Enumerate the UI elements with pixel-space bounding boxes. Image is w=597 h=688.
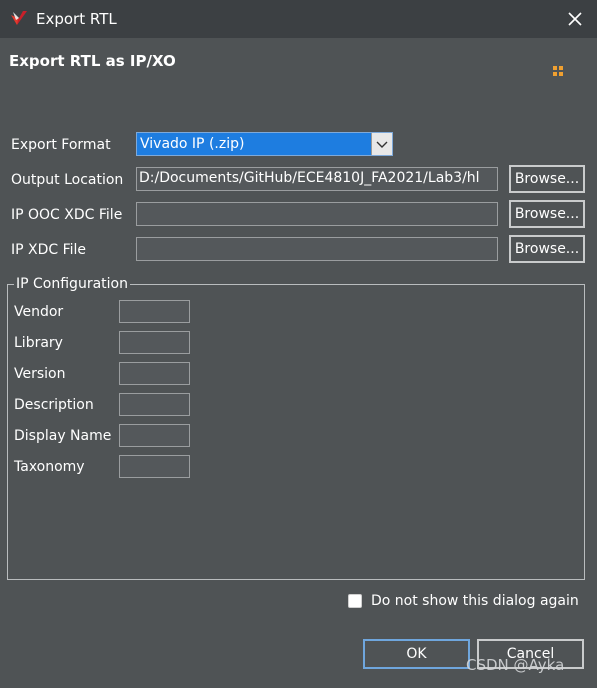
dont-show-checkbox[interactable] [348, 594, 362, 608]
export-format-value: Vivado IP (.zip) [140, 136, 245, 152]
output-location-input[interactable]: D:/Documents/GitHub/ECE4810J_FA2021/Lab3… [136, 167, 498, 191]
taxonomy-input[interactable] [119, 455, 190, 478]
output-location-label: Output Location [11, 172, 124, 188]
grid-help-icon[interactable] [553, 66, 563, 76]
chevron-down-icon [376, 141, 388, 148]
vendor-input[interactable] [119, 300, 190, 323]
vivado-logo-icon [11, 11, 27, 25]
vendor-label: Vendor [14, 304, 64, 320]
window-title: Export RTL [36, 10, 117, 28]
version-input[interactable] [119, 362, 190, 385]
ip-xdc-browse-button[interactable]: Browse... [509, 235, 585, 263]
export-format-label: Export Format [11, 137, 111, 153]
ip-ooc-xdc-input[interactable] [136, 202, 498, 226]
output-location-value: D:/Documents/GitHub/ECE4810J_FA2021/Lab3… [139, 170, 480, 186]
ok-button[interactable]: OK [363, 639, 470, 669]
taxonomy-label: Taxonomy [14, 459, 85, 475]
title-bar: Export RTL [0, 0, 597, 38]
display-name-label: Display Name [14, 428, 112, 444]
ip-xdc-label: IP XDC File [11, 242, 87, 258]
ip-ooc-xdc-browse-button[interactable]: Browse... [509, 200, 585, 228]
version-label: Version [14, 366, 66, 382]
page-title: Export RTL as IP/XO [9, 52, 176, 70]
dont-show-label: Do not show this dialog again [371, 593, 579, 609]
library-input[interactable] [119, 331, 190, 354]
display-name-input[interactable] [119, 424, 190, 447]
description-input[interactable] [119, 393, 190, 416]
export-format-select[interactable]: Vivado IP (.zip) [136, 132, 393, 156]
ip-ooc-xdc-label: IP OOC XDC File [11, 207, 123, 223]
description-label: Description [14, 397, 94, 413]
dropdown-button[interactable] [371, 133, 392, 155]
ip-configuration-title: IP Configuration [14, 276, 130, 292]
library-label: Library [14, 335, 63, 351]
ip-xdc-input[interactable] [136, 237, 498, 261]
close-icon[interactable] [563, 7, 587, 31]
watermark-text: CSDN @Ayka [466, 656, 565, 674]
output-location-browse-button[interactable]: Browse... [509, 165, 585, 193]
